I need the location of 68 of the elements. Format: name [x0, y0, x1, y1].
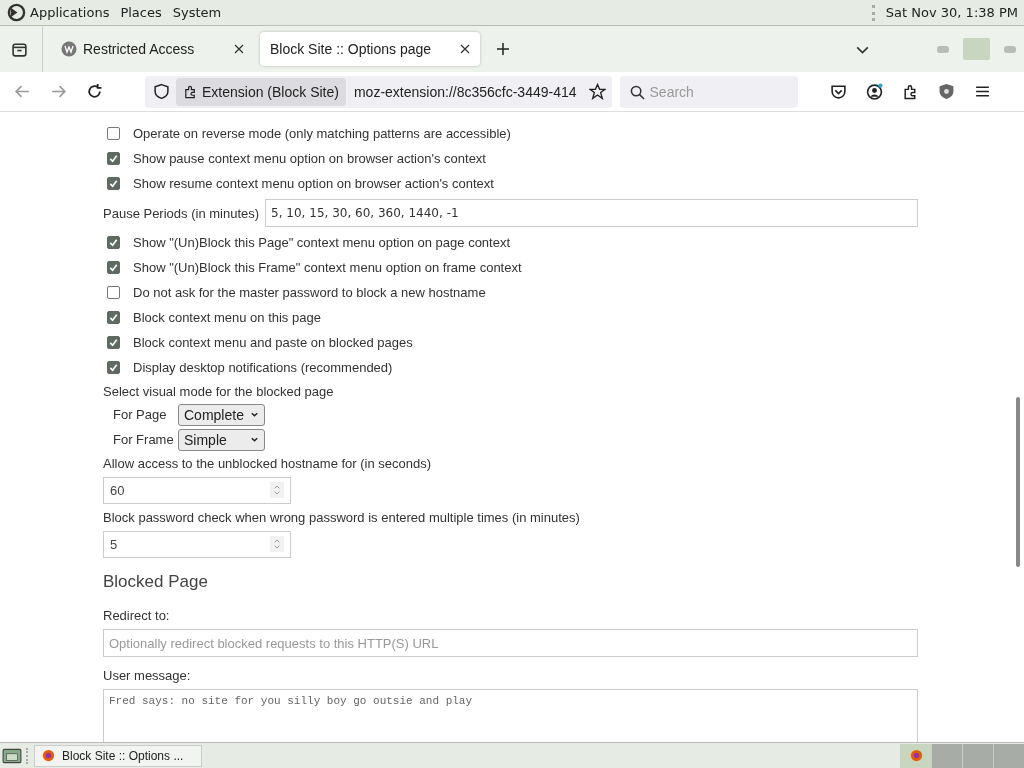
close-icon[interactable] — [460, 44, 470, 54]
browser-tab[interactable]: Restricted Access — [51, 32, 254, 66]
number-field[interactable]: 60 — [103, 476, 291, 504]
checkbox[interactable] — [107, 361, 120, 374]
tab-title: Block Site :: Options page — [270, 41, 433, 57]
checkbox[interactable] — [107, 177, 120, 190]
number-field[interactable]: 5 — [103, 530, 291, 558]
close-icon[interactable] — [234, 44, 244, 54]
workspace-button[interactable] — [900, 743, 931, 768]
panel-handle[interactable] — [871, 4, 878, 21]
taskbar-window-button[interactable]: Block Site :: Options ... — [34, 744, 202, 767]
tab-title: Restricted Access — [83, 41, 196, 57]
pocket-icon[interactable] — [830, 83, 847, 100]
checkbox-label: Do not ask for the master password to block a new hostname — [133, 285, 486, 300]
checkbox[interactable] — [107, 236, 120, 249]
field-label: Block password check when wrong password is entered multiple times (in minutes) — [103, 508, 581, 527]
caret-icon — [250, 435, 259, 444]
field-label: For Frame — [113, 432, 175, 447]
plus-icon — [496, 42, 510, 56]
checkbox[interactable] — [107, 311, 120, 324]
reload-icon[interactable] — [86, 83, 103, 100]
tab-list-icon[interactable] — [11, 40, 28, 58]
logo-icon[interactable] — [7, 3, 26, 22]
checkbox[interactable] — [107, 286, 120, 299]
field-label: Select visual mode for the blocked page — [103, 382, 335, 401]
checkbox-label: Show "(Un)Block this Frame" context menu option on frame context — [133, 260, 522, 275]
section-heading: Blocked Page — [103, 571, 209, 593]
shield-icon[interactable] — [153, 83, 170, 100]
checkbox[interactable] — [107, 127, 120, 140]
search-field[interactable]: Search — [619, 75, 798, 108]
desktop-icon[interactable] — [2, 746, 22, 765]
menu-item[interactable]: Applications — [30, 5, 110, 20]
caret-icon — [250, 410, 259, 419]
puzzle-icon — [183, 84, 198, 99]
checkbox-label: Show resume context menu option on browser action's context — [133, 176, 494, 191]
field-label: Pause Periods (in minutes) — [103, 205, 260, 221]
shield-extension-icon[interactable] — [938, 83, 955, 100]
checkbox-label: Block context menu and paste on blocked pages — [133, 335, 413, 350]
scrollbar-thumb[interactable] — [1016, 397, 1020, 567]
menu-icon[interactable] — [974, 83, 991, 100]
identity-button[interactable]: Extension (Block Site) — [176, 77, 346, 106]
checkbox-label: Display desktop notifications (recommended) — [133, 360, 393, 375]
account-icon[interactable] — [866, 83, 883, 100]
field-label: Allow access to the unblocked hostname for (in seconds) — [103, 454, 433, 473]
dropdown[interactable]: Simple — [178, 428, 265, 451]
url-field[interactable]: Optionally redirect blocked requests to this HTTP(S) URL — [103, 629, 918, 657]
checkbox-label: Show "(Un)Block this Page" context menu option on page context — [133, 235, 511, 250]
field-label: User message: — [103, 666, 192, 685]
back-icon[interactable] — [14, 83, 31, 100]
forward-icon[interactable] — [50, 83, 67, 100]
field-label: For Page — [113, 407, 168, 422]
browser-tab[interactable]: Block Site :: Options page — [260, 32, 480, 66]
menu-item[interactable]: Places — [120, 5, 162, 20]
checkbox[interactable] — [107, 336, 120, 349]
checkbox-label: Block context menu on this page — [133, 310, 321, 325]
menu-item[interactable]: System — [172, 5, 222, 20]
checkbox[interactable] — [107, 261, 120, 274]
text-field[interactable]: 5, 10, 15, 30, 60, 360, 1440, -1 — [265, 199, 918, 227]
checkbox-label: Operate on reverse mode (only matching patterns are accessible) — [133, 126, 511, 141]
url-text[interactable]: moz-extension://8c356cfc-3449-414 — [345, 83, 583, 100]
browser-icon — [41, 748, 56, 763]
checkbox[interactable] — [107, 152, 120, 165]
star-icon[interactable] — [588, 83, 606, 100]
field-label: Redirect to: — [103, 606, 171, 625]
checkbox-label: Show pause context menu option on browser action's context — [133, 151, 486, 166]
clock[interactable]: Sat Nov 30, 1:38 PM — [885, 5, 1018, 20]
browser-icon — [908, 748, 924, 763]
dropdown[interactable]: Complete — [178, 403, 265, 426]
